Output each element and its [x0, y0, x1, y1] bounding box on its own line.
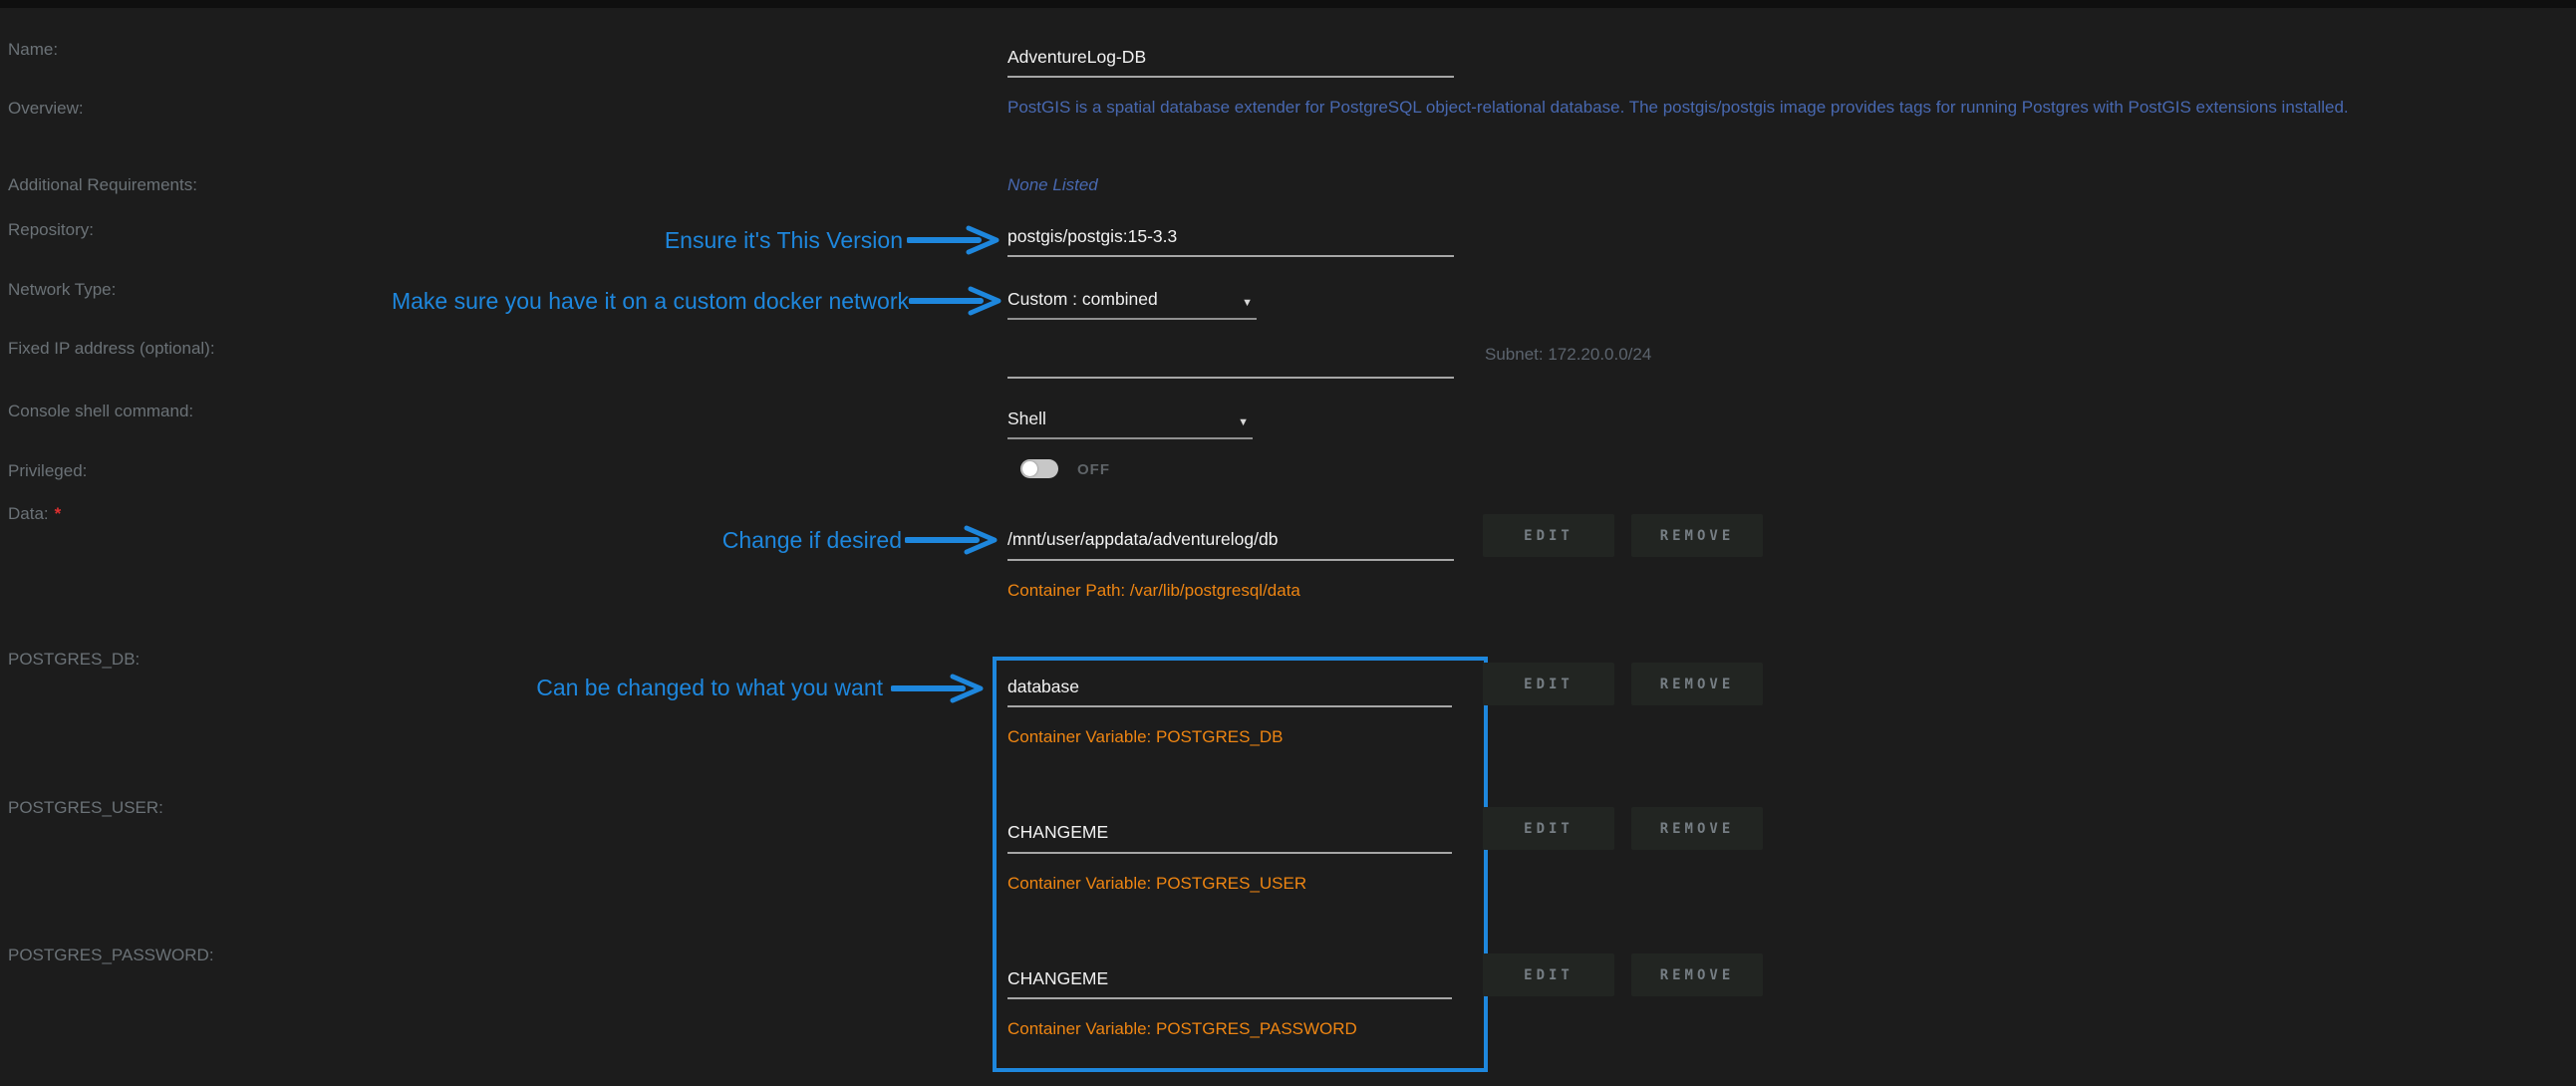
postgres-db-remove-button[interactable]: REMOVE: [1631, 663, 1763, 705]
network-type-select[interactable]: Custom : combined ▼: [1007, 287, 1257, 320]
name-input[interactable]: AdventureLog-DB: [1007, 44, 1454, 78]
postgres-password-input[interactable]: CHANGEME: [1007, 965, 1452, 999]
postgres-user-container-variable: Container Variable: POSTGRES_USER: [1007, 874, 1306, 894]
name-label: Name:: [8, 40, 58, 60]
postgres-password-edit-button[interactable]: EDIT: [1483, 953, 1614, 996]
chevron-down-icon: ▼: [1242, 287, 1253, 315]
postgres-password-container-variable: Container Variable: POSTGRES_PASSWORD: [1007, 1019, 1357, 1039]
toggle-knob-icon: [1022, 461, 1037, 476]
subnet-note: Subnet: 172.20.0.0/24: [1485, 345, 1651, 365]
console-shell-label: Console shell command:: [8, 402, 193, 421]
data-container-path: Container Path: /var/lib/postgresql/data: [1007, 581, 1300, 601]
network-type-label: Network Type:: [8, 280, 116, 300]
repository-annotation: Ensure it's This Version: [665, 227, 903, 254]
data-label-text: Data:: [8, 504, 49, 523]
data-edit-button[interactable]: EDIT: [1483, 514, 1614, 557]
postgres-user-edit-button[interactable]: EDIT: [1483, 807, 1614, 850]
postgres-user-label: POSTGRES_USER:: [8, 798, 163, 818]
top-strip: [0, 0, 2576, 8]
privileged-state: OFF: [1077, 461, 1110, 478]
postgres-db-edit-button[interactable]: EDIT: [1483, 663, 1614, 705]
docker-template-form: Name: Overview: Additional Requirements:…: [0, 0, 2576, 1086]
network-annotation: Make sure you have it on a custom docker…: [392, 288, 909, 315]
arrow-right-icon: [909, 286, 1008, 316]
postgres-password-remove-button[interactable]: REMOVE: [1631, 953, 1763, 996]
fixed-ip-input[interactable]: [1007, 345, 1454, 379]
arrow-right-icon: [907, 225, 1006, 255]
postgres-user-input[interactable]: CHANGEME: [1007, 819, 1452, 854]
privileged-toggle[interactable]: [1020, 459, 1058, 478]
data-remove-button[interactable]: REMOVE: [1631, 514, 1763, 557]
data-annotation: Change if desired: [722, 527, 902, 554]
repository-label: Repository:: [8, 220, 94, 240]
overview-description: PostGIS is a spatial database extender f…: [1007, 98, 2349, 118]
postgres-password-label: POSTGRES_PASSWORD:: [8, 946, 214, 965]
arrow-right-icon: [891, 674, 991, 703]
privileged-label: Privileged:: [8, 461, 87, 481]
required-asterisk: *: [55, 504, 62, 523]
arrow-right-icon: [905, 525, 1004, 555]
chevron-down-icon: ▼: [1238, 407, 1249, 434]
fixed-ip-label: Fixed IP address (optional):: [8, 339, 215, 359]
console-shell-select[interactable]: Shell ▼: [1007, 407, 1253, 439]
additional-requirements-value: None Listed: [1007, 175, 1098, 195]
postgres-db-input[interactable]: database: [1007, 674, 1452, 707]
postgres-db-label: POSTGRES_DB:: [8, 650, 140, 670]
additional-requirements-label: Additional Requirements:: [8, 175, 197, 195]
postgres-user-remove-button[interactable]: REMOVE: [1631, 807, 1763, 850]
data-path-input[interactable]: /mnt/user/appdata/adventurelog/db: [1007, 526, 1454, 561]
postgres-db-container-variable: Container Variable: POSTGRES_DB: [1007, 727, 1284, 747]
repository-input[interactable]: postgis/postgis:15-3.3: [1007, 223, 1454, 257]
data-label: Data: *: [8, 504, 61, 524]
postgres-db-annotation: Can be changed to what you want: [536, 675, 883, 701]
console-shell-selected: Shell: [1007, 407, 1046, 430]
overview-label: Overview:: [8, 99, 84, 119]
network-type-selected: Custom : combined: [1007, 287, 1158, 311]
highlight-box: [993, 657, 1488, 1072]
